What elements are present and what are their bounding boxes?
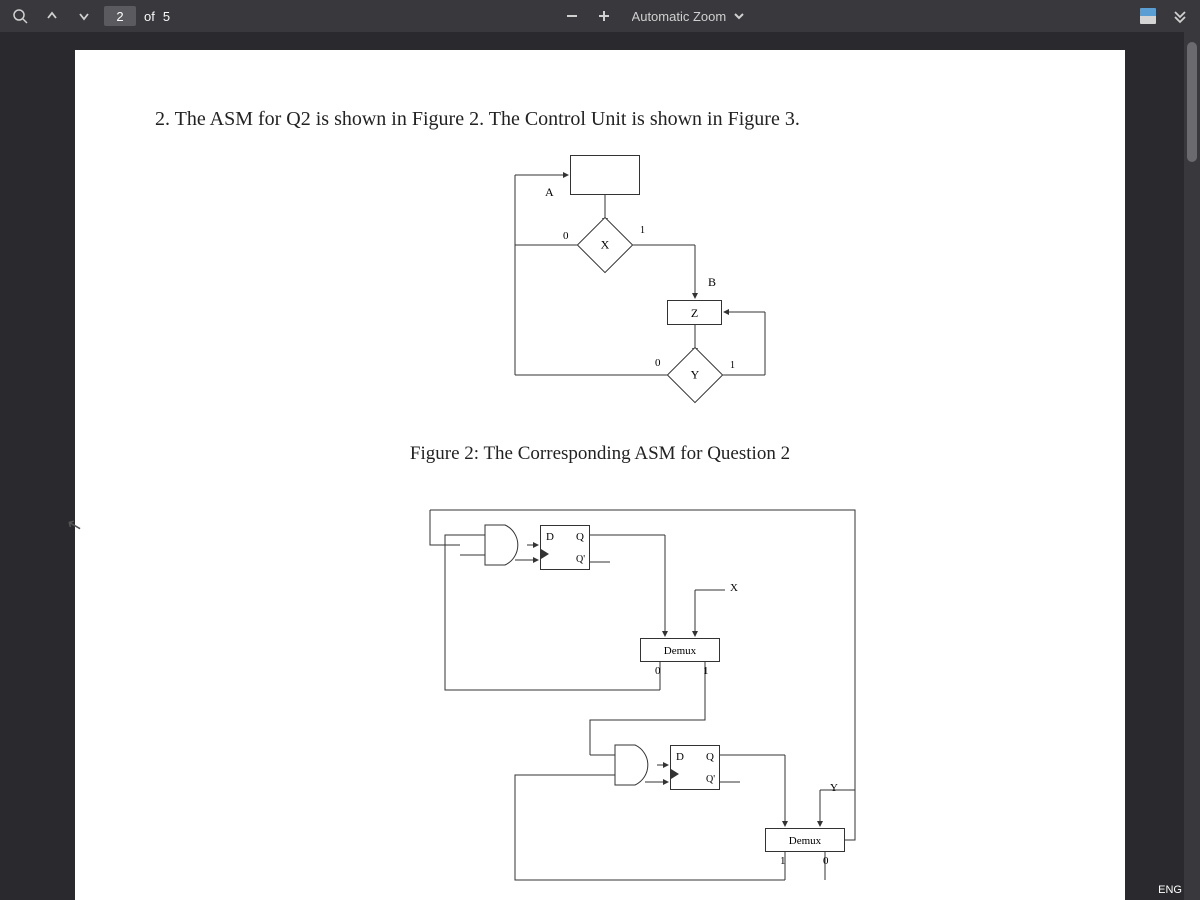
asm-diagram: A X 0 1 B Z Y 0 1 <box>445 145 815 425</box>
zoom-out-icon[interactable] <box>560 4 584 28</box>
page-total-label: 5 <box>163 9 170 24</box>
language-indicator[interactable]: ENG <box>1158 884 1182 896</box>
asm-output-z: Z <box>667 300 722 325</box>
figure-2-caption: Figure 2: The Corresponding ASM for Ques… <box>75 443 1125 465</box>
tools-icon[interactable] <box>1168 4 1192 28</box>
pdf-toolbar: of 5 Automatic Zoom <box>0 0 1200 32</box>
scrollbar-thumb[interactable] <box>1187 42 1197 162</box>
vertical-scrollbar[interactable] <box>1184 32 1200 900</box>
demux1-out1: 1 <box>703 665 709 677</box>
question-text: 2. The ASM for Q2 is shown in Figure 2. … <box>155 108 1045 131</box>
asm-x-branch-1: 1 <box>640 225 645 236</box>
control-unit-diagram: D Q Q' D Q Q' Demux Demux X Y 0 1 1 0 <box>385 490 915 900</box>
page-number-input[interactable] <box>104 6 136 26</box>
next-page-icon[interactable] <box>72 4 96 28</box>
pdf-page: 2. The ASM for Q2 is shown in Figure 2. … <box>75 50 1125 900</box>
page-of-label: of <box>144 9 155 24</box>
prev-page-icon[interactable] <box>40 4 64 28</box>
asm-y-branch-1: 1 <box>730 360 735 371</box>
flipflop-1: D Q Q' <box>540 525 590 570</box>
input-y-label: Y <box>830 782 838 794</box>
demux1-out0: 0 <box>655 665 661 677</box>
zoom-select[interactable]: Automatic Zoom <box>624 6 747 27</box>
zoom-in-icon[interactable] <box>592 4 616 28</box>
demux-1: Demux <box>640 638 720 662</box>
demux-2: Demux <box>765 828 845 852</box>
demux2-out0: 0 <box>823 855 829 867</box>
input-x-label: X <box>730 582 738 594</box>
asm-x-branch-0: 0 <box>563 230 569 242</box>
pdf-viewer[interactable]: 2. The ASM for Q2 is shown in Figure 2. … <box>0 32 1200 900</box>
presentation-mode-icon[interactable] <box>1136 4 1160 28</box>
search-icon[interactable] <box>8 4 32 28</box>
flipflop-2: D Q Q' <box>670 745 720 790</box>
asm-state-a <box>570 155 640 195</box>
demux2-out1: 1 <box>780 855 786 867</box>
asm-y-branch-0: 0 <box>655 357 661 369</box>
asm-state-a-label: A <box>545 185 554 200</box>
